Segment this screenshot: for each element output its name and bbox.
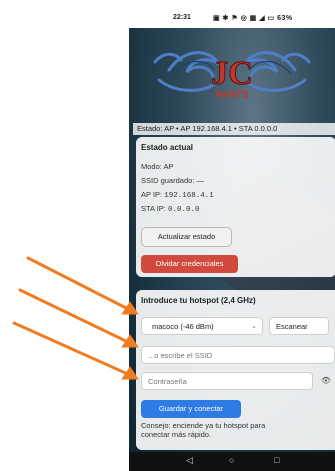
sta-ip-row: STA IP: 0.0.0.0 [141, 204, 199, 214]
save-connect-button[interactable]: Guardar y conectar [141, 400, 241, 418]
scan-button[interactable]: Escanear [269, 317, 329, 335]
ssid-saved-label: SSID guardado: — [141, 176, 204, 185]
back-icon[interactable]: ◁ [186, 455, 193, 466]
logo-graphic: JC PARTS [153, 51, 311, 101]
logo-text: JC [211, 55, 253, 92]
ssid-input[interactable] [141, 346, 335, 364]
network-select[interactable]: macoco (-46 dBm) ⌄ [141, 317, 263, 335]
hotspot-title: Introduce tu hotspot (2,4 GHz) [141, 296, 256, 305]
home-icon[interactable]: ○ [229, 455, 234, 465]
eye-icon[interactable]: 👁 [316, 372, 335, 390]
refresh-status-button[interactable]: Actualizar estado [141, 227, 232, 247]
tip-text: Consejo: enciende ya tu hotspot para con… [141, 421, 266, 439]
sta-ip-label: STA IP: [141, 204, 166, 213]
status-icons: ▣ ✱ ⚑ ◎ ▦ ◢ ▭ 63% [213, 15, 293, 22]
chevron-down-icon: ⌄ [251, 323, 257, 330]
ap-ip-row: AP IP: 192.168.4.1 [141, 190, 214, 200]
annotation-arrow-2 [18, 288, 132, 345]
ap-ip-value: 192.168.4.1 [164, 192, 214, 200]
status-time: 22:31 [173, 14, 191, 21]
modo-label: Modo: AP [141, 162, 174, 171]
connection-status-line: Estado: AP • AP 192.168.4.1 • STA 0.0.0.… [133, 123, 335, 135]
forget-credentials-button[interactable]: Olvidar credenciales [141, 255, 238, 273]
annotation-arrow-1 [26, 256, 132, 312]
brand-logo: JC PARTS [129, 30, 335, 114]
estado-card: Estado actual Modo: AP SSID guardado: — … [136, 137, 335, 277]
network-selected-value: macoco (-46 dBm) [152, 322, 214, 331]
annotation-arrow-3 [12, 321, 132, 377]
sta-ip-value: 0.0.0.0 [167, 206, 200, 214]
estado-title: Estado actual [141, 143, 194, 152]
ap-ip-label: AP IP: [141, 190, 163, 199]
hotspot-card: Introduce tu hotspot (2,4 GHz) macoco (-… [136, 290, 335, 450]
screenshot-stage: 22:31 ▣ ✱ ⚑ ◎ ▦ ◢ ▭ 63% JC PARTS Estado:… [0, 0, 335, 471]
logo-subtext: PARTS [215, 90, 248, 101]
android-status-bar: 22:31 ▣ ✱ ⚑ ◎ ▦ ◢ ▭ 63% [129, 0, 335, 28]
recent-apps-icon[interactable]: □ [274, 455, 279, 465]
phone-screen: 22:31 ▣ ✱ ⚑ ◎ ▦ ◢ ▭ 63% JC PARTS Estado:… [129, 0, 335, 471]
android-nav-bar: ◁ ○ □ [129, 452, 335, 471]
password-input[interactable] [141, 372, 313, 390]
